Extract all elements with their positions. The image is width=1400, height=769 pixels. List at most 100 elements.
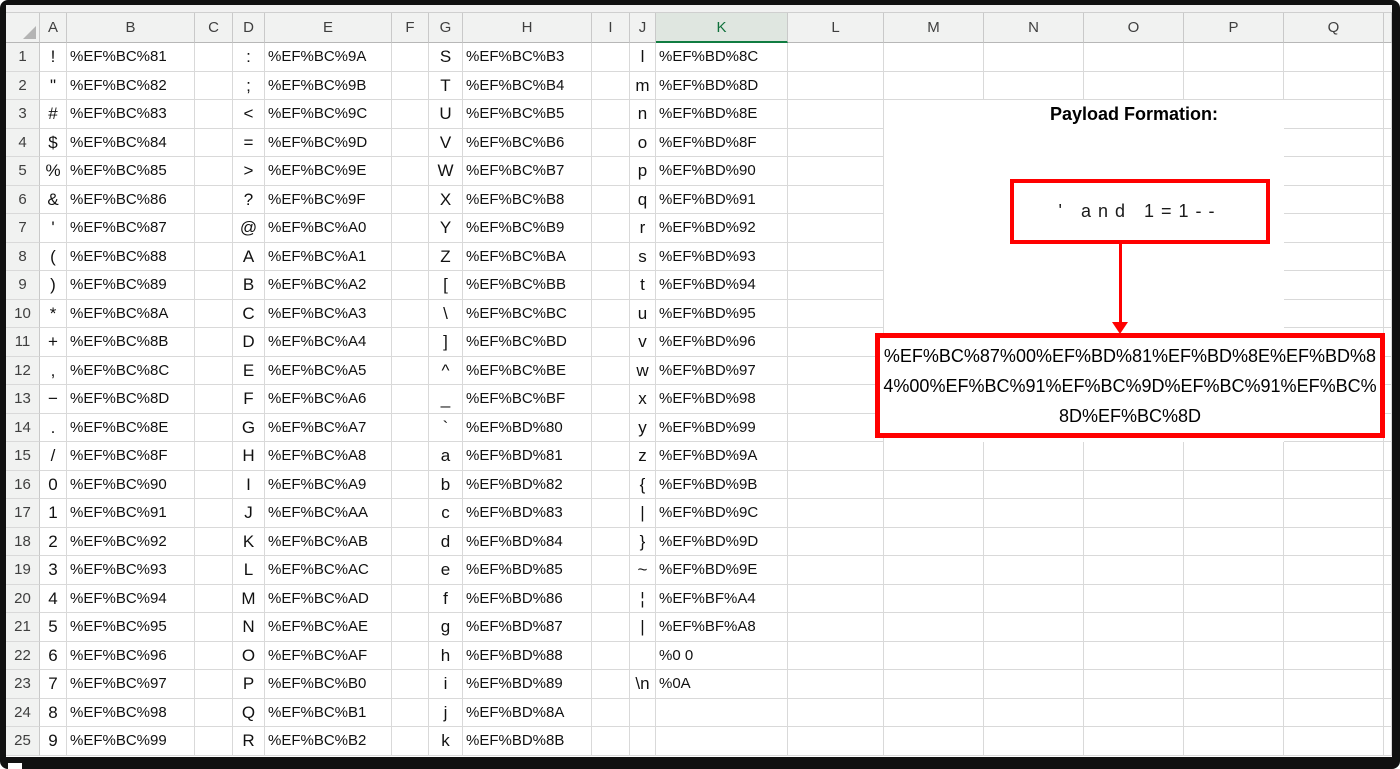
cell-B17[interactable]: %EF%BC%91 [67, 499, 195, 528]
cell-H5[interactable]: %EF%BC%B7 [463, 157, 592, 186]
cell-G19[interactable]: e [429, 556, 463, 585]
cell-A8[interactable]: ( [40, 242, 67, 271]
row-header-10[interactable]: 10 [6, 299, 40, 328]
cell-F15[interactable] [392, 442, 429, 471]
row-header-21[interactable]: 21 [6, 613, 40, 642]
cell-H3[interactable]: %EF%BC%B5 [463, 100, 592, 129]
cell-G16[interactable]: b [429, 470, 463, 499]
cell-F11[interactable] [392, 328, 429, 357]
cell-C7[interactable] [195, 214, 233, 243]
cell-C3[interactable] [195, 100, 233, 129]
cell-I15[interactable] [592, 442, 630, 471]
cell-K14[interactable]: %EF%BD%99 [656, 413, 788, 442]
row-header-13[interactable]: 13 [6, 385, 40, 414]
cell-P18[interactable] [1184, 527, 1284, 556]
cell-A16[interactable]: 0 [40, 470, 67, 499]
cell-P1[interactable] [1184, 43, 1284, 72]
cell-A23[interactable]: 7 [40, 670, 67, 699]
cell-D19[interactable]: L [233, 556, 265, 585]
cell-Q5[interactable] [1284, 157, 1384, 186]
cell-G8[interactable]: Z [429, 242, 463, 271]
cell-B9[interactable]: %EF%BC%89 [67, 271, 195, 300]
cell-M21[interactable] [884, 613, 984, 642]
cell-D22[interactable]: O [233, 641, 265, 670]
cell-G9[interactable]: [ [429, 271, 463, 300]
cell-B4[interactable]: %EF%BC%84 [67, 128, 195, 157]
cell-L18[interactable] [788, 527, 884, 556]
cell-I19[interactable] [592, 556, 630, 585]
cell-L3[interactable] [788, 100, 884, 129]
cell-D6[interactable]: ? [233, 185, 265, 214]
cell-A3[interactable]: # [40, 100, 67, 129]
cell-M22[interactable] [884, 641, 984, 670]
cell-K2[interactable]: %EF%BD%8D [656, 71, 788, 100]
cell-H17[interactable]: %EF%BD%83 [463, 499, 592, 528]
cell-O23[interactable] [1084, 670, 1184, 699]
cell-D1[interactable]: : [233, 43, 265, 72]
cell-C20[interactable] [195, 584, 233, 613]
cell-O20[interactable] [1084, 584, 1184, 613]
cell-H8[interactable]: %EF%BC%BA [463, 242, 592, 271]
cell-C18[interactable] [195, 527, 233, 556]
cell-E24[interactable]: %EF%BC%B1 [265, 698, 392, 727]
cell-N1[interactable] [984, 43, 1084, 72]
cell-D11[interactable]: D [233, 328, 265, 357]
cell-A10[interactable]: * [40, 299, 67, 328]
cell-E25[interactable]: %EF%BC%B2 [265, 727, 392, 756]
cell-D2[interactable]: ; [233, 71, 265, 100]
cell-H4[interactable]: %EF%BC%B6 [463, 128, 592, 157]
row-header-14[interactable]: 14 [6, 413, 40, 442]
cell-G25[interactable]: k [429, 727, 463, 756]
cell-E19[interactable]: %EF%BC%AC [265, 556, 392, 585]
cell-F2[interactable] [392, 71, 429, 100]
cell-A15[interactable]: / [40, 442, 67, 471]
cell-N2[interactable] [984, 71, 1084, 100]
cell-G15[interactable]: a [429, 442, 463, 471]
row-header-1[interactable]: 1 [6, 43, 40, 72]
cell-O24[interactable] [1084, 698, 1184, 727]
cell-A7[interactable]: ' [40, 214, 67, 243]
cell-I1[interactable] [592, 43, 630, 72]
cell-I7[interactable] [592, 214, 630, 243]
cell-K18[interactable]: %EF%BD%9D [656, 527, 788, 556]
cell-E14[interactable]: %EF%BC%A7 [265, 413, 392, 442]
row-header-24[interactable]: 24 [6, 698, 40, 727]
cell-O1[interactable] [1084, 43, 1184, 72]
cell-F12[interactable] [392, 356, 429, 385]
select-all-corner[interactable] [6, 13, 40, 43]
cell-F9[interactable] [392, 271, 429, 300]
cell-L24[interactable] [788, 698, 884, 727]
cell-I6[interactable] [592, 185, 630, 214]
cell-G6[interactable]: X [429, 185, 463, 214]
cell-A6[interactable]: & [40, 185, 67, 214]
column-header-G[interactable]: G [429, 13, 463, 43]
cell-H11[interactable]: %EF%BC%BD [463, 328, 592, 357]
cell-H7[interactable]: %EF%BC%B9 [463, 214, 592, 243]
cell-J8[interactable]: s [630, 242, 656, 271]
cell-L14[interactable] [788, 413, 884, 442]
cell-H14[interactable]: %EF%BD%80 [463, 413, 592, 442]
cell-G14[interactable]: ` [429, 413, 463, 442]
cell-F1[interactable] [392, 43, 429, 72]
cell-C12[interactable] [195, 356, 233, 385]
cell-P2[interactable] [1184, 71, 1284, 100]
cell-G5[interactable]: W [429, 157, 463, 186]
cell-N15[interactable] [984, 442, 1084, 471]
cell-K5[interactable]: %EF%BD%90 [656, 157, 788, 186]
cell-E12[interactable]: %EF%BC%A5 [265, 356, 392, 385]
cell-C15[interactable] [195, 442, 233, 471]
cell-A21[interactable]: 5 [40, 613, 67, 642]
cell-J6[interactable]: q [630, 185, 656, 214]
cell-J25[interactable] [630, 727, 656, 756]
cell-K4[interactable]: %EF%BD%8F [656, 128, 788, 157]
cell-F4[interactable] [392, 128, 429, 157]
cell-M1[interactable] [884, 43, 984, 72]
row-header-25[interactable]: 25 [6, 727, 40, 756]
cell-H13[interactable]: %EF%BC%BF [463, 385, 592, 414]
cell-A9[interactable]: ) [40, 271, 67, 300]
cell-M2[interactable] [884, 71, 984, 100]
column-header-N[interactable]: N [984, 13, 1084, 43]
cell-L2[interactable] [788, 71, 884, 100]
cell-I21[interactable] [592, 613, 630, 642]
cell-G17[interactable]: c [429, 499, 463, 528]
